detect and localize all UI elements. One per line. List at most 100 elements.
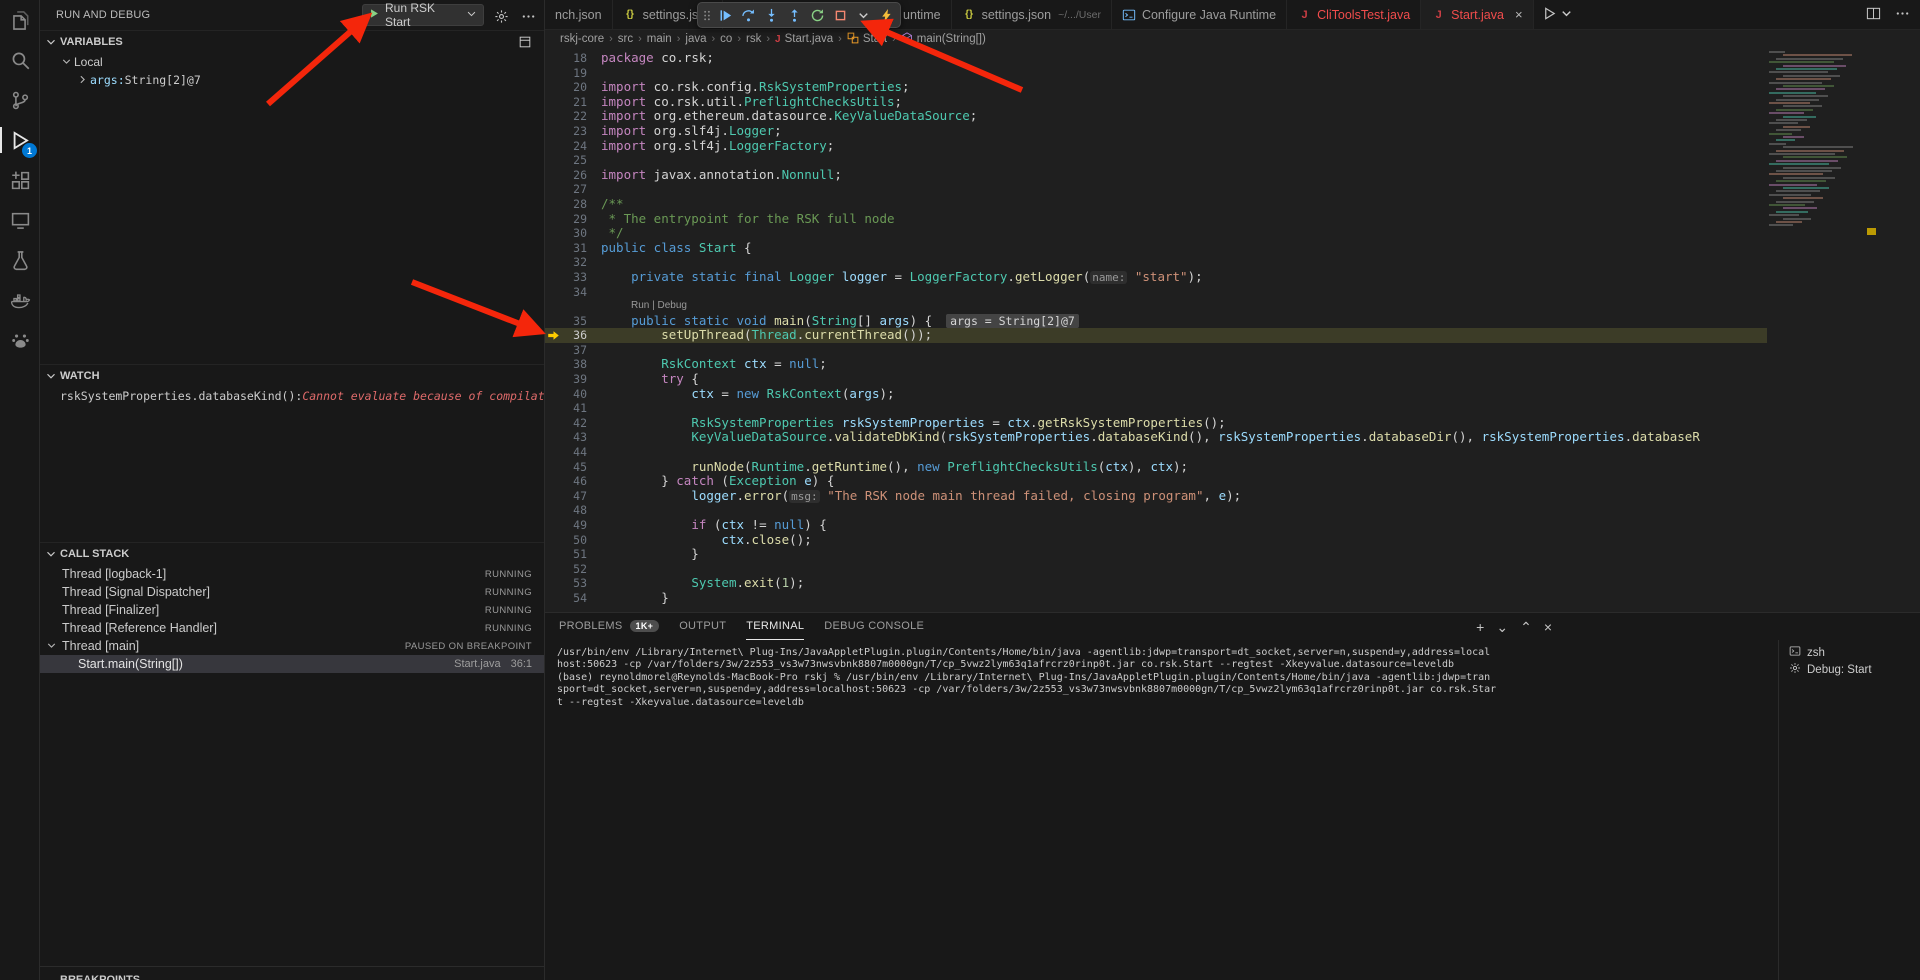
terminal-picker-icon[interactable]: ⌄ [1496,620,1508,634]
code-line-23[interactable]: 23import org.slf4j.Logger; [545,124,1767,139]
breadcrumb-item[interactable]: main(String[]) [901,32,986,47]
code-line-45[interactable]: 45 runNode(Runtime.getRuntime(), new Pre… [545,460,1767,475]
activity-source-control-icon[interactable] [0,80,40,120]
variables-scope-local[interactable]: Local [40,53,544,71]
terminal-list-item[interactable]: zsh [1779,644,1920,661]
code-line-34[interactable]: 34 [545,285,1767,300]
code-line-38[interactable]: 38 RskContext ctx = null; [545,357,1767,372]
code-line-30[interactable]: 30 */ [545,226,1767,241]
code-line-48[interactable]: 48 [545,503,1767,518]
debug-config-dropdown[interactable]: Run RSK Start [362,4,484,26]
code-line-21[interactable]: 21import co.rsk.util.PreflightChecksUtil… [545,95,1767,110]
tab-clitoolstest-java[interactable]: JCliToolsTest.java [1287,0,1421,29]
code-line-39[interactable]: 39 try { [545,372,1767,387]
code-line-33[interactable]: 33 private static final Logger logger = … [545,270,1767,285]
editor-layout-icon[interactable] [1866,6,1881,24]
activity-explorer-icon[interactable] [0,0,40,40]
restart-icon[interactable] [806,4,828,26]
breadcrumb-item[interactable]: main [647,33,672,45]
close-icon[interactable]: × [1515,8,1523,21]
breadcrumb-item[interactable]: src [618,33,633,45]
start-debugging-icon[interactable] [369,8,380,22]
panel-tab-debug-console[interactable]: DEBUG CONSOLE [824,613,924,640]
code-line-19[interactable]: 19 [545,66,1767,81]
code-line-54[interactable]: 54 } [545,591,1767,606]
more-actions-icon[interactable] [1895,6,1910,24]
breakpoints-section-header[interactable]: BREAKPOINTS [40,966,544,980]
activity-extensions-icon[interactable] [0,160,40,200]
breadcrumb-item[interactable]: co [720,33,732,45]
breadcrumb-item[interactable]: JStart.java [775,33,833,45]
minimap[interactable] [1767,51,1863,241]
code-line-24[interactable]: 24import org.slf4j.LoggerFactory; [545,139,1767,154]
code-line-53[interactable]: 53 System.exit(1); [545,576,1767,591]
code-line-52[interactable]: 52 [545,562,1767,577]
activity-testing-icon[interactable] [0,240,40,280]
variables-section-header[interactable]: VARIABLES [40,31,544,53]
breadcrumb-item[interactable]: rskj-core [560,33,604,45]
terminal-output[interactable]: /usr/bin/env /Library/Internet\ Plug-Ins… [557,647,1772,980]
activity-remote-explorer-icon[interactable] [0,200,40,240]
more-actions-icon[interactable] [519,7,537,25]
code-line-25[interactable]: 25 [545,153,1767,168]
terminal-list-item[interactable]: Debug: Start [1779,661,1920,678]
call-stack-thread[interactable]: Thread [logback-1]RUNNING [40,565,544,583]
maximize-panel-icon[interactable]: ⌃ [1520,620,1532,634]
code-line-26[interactable]: 26import javax.annotation.Nonnull; [545,168,1767,183]
panel-tab-problems[interactable]: PROBLEMS1K+ [559,613,659,640]
panel-layout-icon[interactable] [518,35,534,51]
code-line-31[interactable]: 31public class Start { [545,241,1767,256]
tab-configure-java-runtime[interactable]: Configure Java Runtime [1112,0,1287,29]
code-line-18[interactable]: 18package co.rsk; [545,51,1767,66]
tab-settings-json[interactable]: {}settings.json~/.../User [952,0,1112,29]
code-line-27[interactable]: 27 [545,182,1767,197]
code-line-20[interactable]: 20import co.rsk.config.RskSystemProperti… [545,80,1767,95]
code-line-29[interactable]: 29 * The entrypoint for the RSK full nod… [545,212,1767,227]
hot-code-replace-icon[interactable] [875,4,897,26]
gear-icon[interactable] [492,7,510,25]
tab-start-java[interactable]: JStart.java× [1421,0,1533,29]
code-line-44[interactable]: 44 [545,445,1767,460]
watch-section-header[interactable]: WATCH [40,365,544,387]
code-line-41[interactable]: 41 [545,401,1767,416]
continue-icon[interactable] [714,4,736,26]
activity-run-and-debug-icon[interactable]: 1 [0,120,40,160]
code-editor[interactable]: 18package co.rsk;1920import co.rsk.confi… [545,48,1920,612]
code-line-46[interactable]: 46 } catch (Exception e) { [545,474,1767,489]
activity-animal-icon[interactable] [0,320,40,360]
code-line-36[interactable]: 36 setUpThread(Thread.currentThread()); [545,328,1767,343]
call-stack-thread[interactable]: Thread [main]PAUSED ON BREAKPOINT [40,637,544,655]
stack-frame-selected[interactable]: Start.main(String[])Start.java36:1 [40,655,544,673]
code-line-49[interactable]: 49 if (ctx != null) { [545,518,1767,533]
call-stack-section-header[interactable]: CALL STACK [40,543,544,565]
activity-search-icon[interactable] [0,40,40,80]
breadcrumb-item[interactable]: rsk [746,33,761,45]
code-line-43[interactable]: 43 KeyValueDataSource.validateDbKind(rsk… [545,430,1767,445]
breadcrumb-item[interactable]: Start [847,32,887,47]
step-into-icon[interactable] [760,4,782,26]
call-stack-thread[interactable]: Thread [Signal Dispatcher]RUNNING [40,583,544,601]
close-panel-icon[interactable]: × [1544,620,1552,634]
code-line-50[interactable]: 50 ctx.close(); [545,533,1767,548]
code-line-28[interactable]: 28/** [545,197,1767,212]
call-stack-thread[interactable]: Thread [Finalizer]RUNNING [40,601,544,619]
code-line-51[interactable]: 51 } [545,547,1767,562]
watch-expression[interactable]: rskSystemProperties.databaseKind(): Cann… [40,387,544,405]
codelens-run-debug[interactable]: Run | Debug [545,299,1920,314]
code-line-47[interactable]: 47 logger.error(msg: "The RSK node main … [545,489,1767,504]
run-java-button[interactable] [1542,0,1574,29]
code-line-40[interactable]: 40 ctx = new RskContext(args); [545,387,1767,402]
dropdown-icon[interactable] [852,4,874,26]
code-line-37[interactable]: 37 [545,343,1767,358]
breadcrumb-item[interactable]: java [685,33,706,45]
code-line-32[interactable]: 32 [545,255,1767,270]
step-over-icon[interactable] [737,4,759,26]
code-line-22[interactable]: 22import org.ethereum.datasource.KeyValu… [545,109,1767,124]
stop-icon[interactable] [829,4,851,26]
call-stack-thread[interactable]: Thread [Reference Handler]RUNNING [40,619,544,637]
step-out-icon[interactable] [783,4,805,26]
panel-tab-terminal[interactable]: TERMINAL [746,613,804,640]
variable-args[interactable]: args: String[2]@7 [40,71,544,89]
code-line-35[interactable]: 35 public static void main(String[] args… [545,314,1767,329]
activity-docker-icon[interactable] [0,280,40,320]
